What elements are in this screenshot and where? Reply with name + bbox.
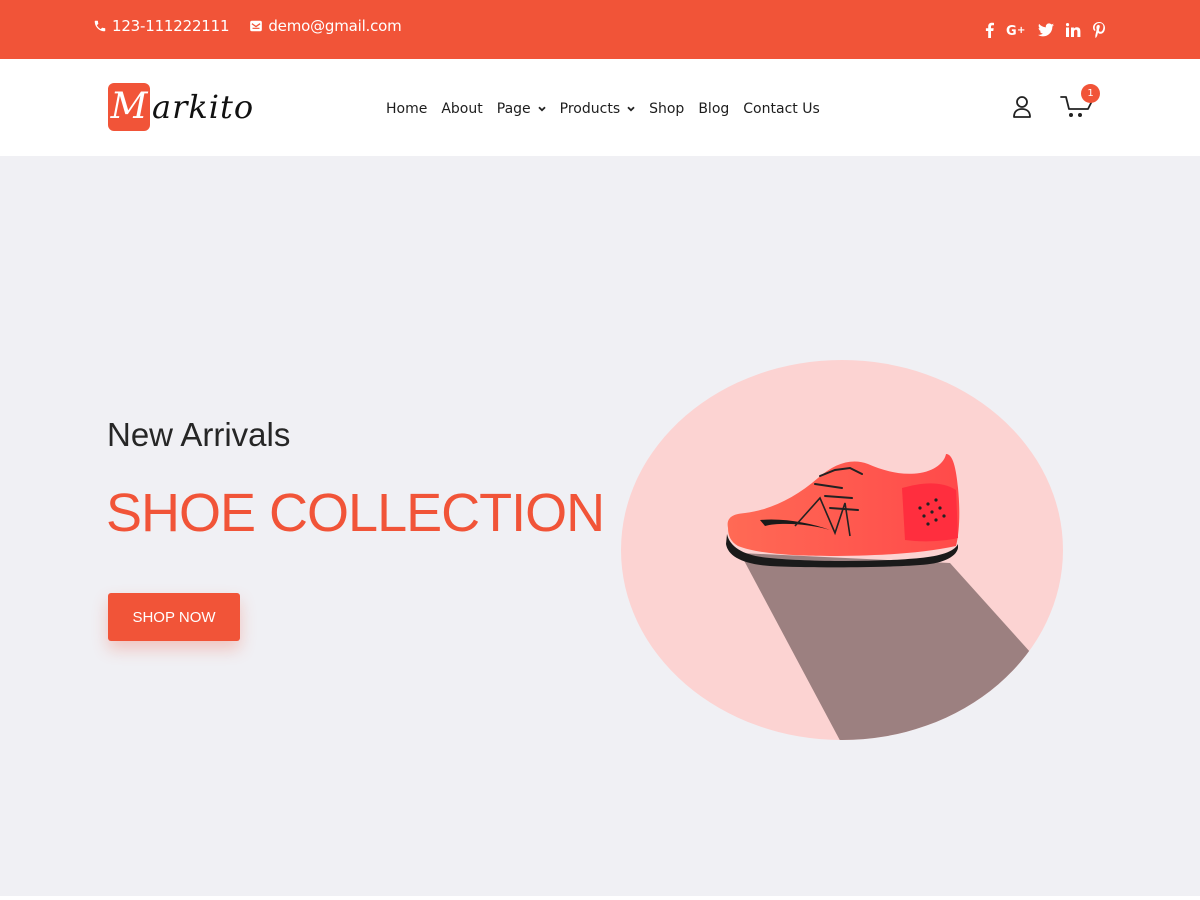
svg-text:+: + [1017, 25, 1025, 36]
twitter-icon[interactable] [1038, 20, 1054, 40]
shop-now-button[interactable]: SHOP NOW [108, 593, 240, 641]
nav-shop-label: Shop [649, 101, 685, 117]
bottom-divider [0, 896, 1200, 900]
hero-title: SHOE COLLECTION [106, 483, 605, 543]
main-header: M arkito Home About Page Products Shop B… [0, 59, 1200, 156]
linkedin-icon[interactable] [1066, 20, 1081, 40]
phone-number: 123-111222111 [112, 17, 230, 35]
nav-contact-label: Contact Us [743, 101, 820, 117]
chevron-down-icon [627, 106, 635, 112]
top-bar: 123-111222111 demo@gmail.com G + [0, 0, 1200, 59]
logo-text: arkito [152, 88, 255, 126]
main-nav: Home About Page Products Shop Blog Conta… [386, 101, 834, 117]
nav-page[interactable]: Page [497, 101, 546, 117]
nav-blog[interactable]: Blog [698, 101, 729, 117]
hero-subtitle: New Arrivals [107, 416, 291, 453]
hero-shoe-image [621, 360, 1063, 740]
nav-contact[interactable]: Contact Us [743, 101, 819, 117]
phone-icon [94, 20, 106, 32]
nav-about-label: About [441, 101, 483, 117]
nav-home-label: Home [386, 101, 428, 117]
email-icon [250, 20, 263, 32]
social-links: G + [973, 20, 1105, 40]
nav-page-label: Page [496, 101, 531, 117]
logo-mark: M [108, 83, 150, 131]
nav-shop[interactable]: Shop [649, 101, 684, 117]
nav-blog-label: Blog [698, 101, 730, 117]
nav-products-label: Products [559, 101, 621, 117]
hero-banner: New Arrivals SHOE COLLECTION SHOP NOW [0, 156, 1200, 896]
email-address: demo@gmail.com [268, 17, 402, 35]
cart-count-badge: 1 [1081, 84, 1100, 103]
nav-about[interactable]: About [441, 101, 482, 117]
nav-home[interactable]: Home [386, 101, 427, 117]
svg-text:G: G [1006, 24, 1017, 37]
chevron-down-icon [538, 106, 546, 112]
contact-info: 123-111222111 demo@gmail.com [93, 17, 422, 35]
phone-contact[interactable]: 123-111222111 [93, 17, 230, 35]
site-logo[interactable]: M arkito [108, 83, 254, 131]
user-icon[interactable] [1012, 95, 1032, 119]
facebook-icon[interactable] [985, 20, 994, 40]
google-plus-icon[interactable]: G + [1006, 20, 1026, 40]
nav-products[interactable]: Products [560, 101, 635, 117]
email-contact[interactable]: demo@gmail.com [249, 17, 402, 35]
pinterest-icon[interactable] [1093, 20, 1105, 40]
